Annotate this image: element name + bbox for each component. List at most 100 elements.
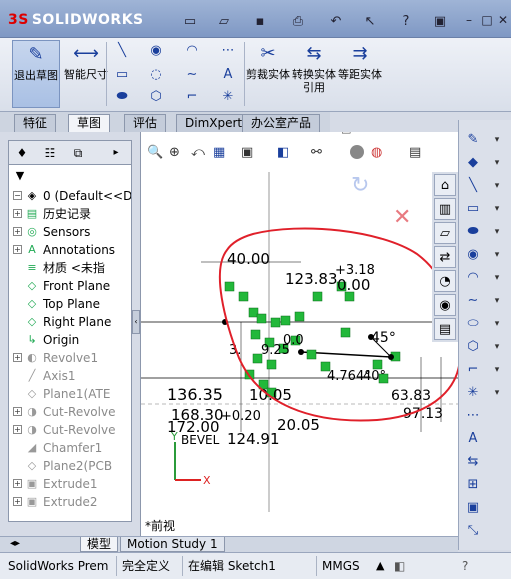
help-icon[interactable]: ? [396, 12, 416, 30]
relation-marker[interactable] [250, 329, 261, 340]
slot-icon[interactable]: ◌ [146, 66, 166, 84]
minimize-button[interactable]: – [460, 12, 478, 28]
hexagon-icon[interactable]: ⬡ [146, 88, 166, 106]
resources-tab-icon[interactable]: ⌂ [434, 174, 456, 196]
expand-icon[interactable]: + [13, 407, 22, 416]
view-orientation-icon[interactable]: ◧ [277, 145, 289, 160]
flyout-arrow-icon[interactable]: ▾ [487, 222, 507, 242]
relation-marker[interactable] [372, 359, 383, 370]
tree-item[interactable]: + ◑ Cut-Revolve [9, 421, 131, 439]
text-tool-icon[interactable]: A [463, 429, 483, 449]
dimension-label[interactable]: 45° [371, 330, 396, 346]
point-icon[interactable]: ✳ [218, 88, 238, 106]
save-icon[interactable]: ▪ [250, 12, 270, 30]
construction-icon[interactable]: ⋯ [463, 406, 483, 426]
undo-icon[interactable]: ↶ [326, 12, 346, 30]
spline-icon[interactable]: ∼ [463, 291, 483, 311]
feature-tree-tab-icon[interactable]: ♦ [11, 143, 33, 163]
file-explorer-tab-icon[interactable]: ▱ [434, 222, 456, 244]
circle-icon[interactable]: ◉ [463, 245, 483, 265]
flyout-arrow-icon[interactable]: ▾ [487, 337, 507, 357]
tab-motion-study[interactable]: Motion Study 1 [120, 537, 225, 552]
smart-dimension-icon[interactable]: ✎ [463, 130, 483, 150]
flyout-arrow-icon[interactable]: ▾ [487, 314, 507, 334]
zoom-fit-icon[interactable]: 🔍 [147, 143, 163, 160]
tree-item[interactable]: ╱ Axis1 [9, 367, 131, 385]
dimension-label[interactable]: +0.20 [221, 409, 261, 424]
construction-icon[interactable]: ⋯ [218, 42, 238, 60]
dimension-label[interactable]: 0.00 [337, 276, 370, 294]
flyout-arrow-icon[interactable]: ▾ [487, 176, 507, 196]
dimension-label[interactable]: 124.91 [227, 430, 280, 448]
slot-icon[interactable]: ⬬ [463, 222, 483, 242]
relation-marker[interactable] [280, 315, 291, 326]
relation-marker[interactable] [256, 313, 267, 324]
help-status-icon[interactable]: ? [462, 557, 468, 575]
smart-dimension-button[interactable]: ⟷ 智能尺寸 [62, 40, 110, 108]
flyout-arrow-icon[interactable]: ▾ [487, 291, 507, 311]
new-icon[interactable]: ▭ [180, 12, 200, 30]
property-tab-icon[interactable]: ☷ [39, 143, 61, 163]
relation-marker[interactable] [270, 317, 281, 328]
tab-evaluate[interactable]: 评估 [124, 114, 167, 132]
flyout-arrow-icon[interactable]: ▾ [487, 199, 507, 219]
tab-office-products[interactable]: 办公室产品 [242, 114, 321, 132]
relation-marker[interactable] [224, 281, 235, 292]
solidworks-logo[interactable]: 3S SOLIDWORKS [8, 12, 143, 34]
expand-icon[interactable]: + [13, 245, 22, 254]
sketch-point[interactable] [298, 349, 304, 355]
point-icon[interactable]: ✳ [463, 383, 483, 403]
dimension-label[interactable]: 63.83 [391, 388, 431, 404]
tree-item[interactable]: + ◎ Sensors [9, 223, 131, 241]
tree-item[interactable]: + ▣ Extrude2 [9, 493, 131, 511]
tree-item[interactable]: ◢ Chamfer1 [9, 439, 131, 457]
design-library-tab-icon[interactable]: ▥ [434, 198, 456, 220]
relation-marker[interactable] [248, 307, 259, 318]
expand-icon[interactable]: + [13, 209, 22, 218]
dimension-label[interactable]: 40.00 [227, 250, 270, 268]
relation-marker[interactable] [238, 291, 249, 302]
tab-features[interactable]: 特征 [14, 114, 57, 132]
fillet-icon[interactable]: ⌐ [182, 88, 202, 106]
confirmation-cancel-icon[interactable]: ✕ [393, 205, 411, 230]
flyout-arrow-icon[interactable]: ▾ [487, 360, 507, 380]
tree-root[interactable]: − ◈ 0 (Default<<D [9, 187, 131, 205]
units-dropdown-icon[interactable]: ▲ [376, 557, 384, 575]
exit-sketch-button[interactable]: ✎ 退出草图 [12, 40, 60, 108]
flyout-arrow-icon[interactable]: ▾ [487, 383, 507, 403]
panel-collapse-handle[interactable]: ‹ [132, 310, 140, 334]
tree-item[interactable]: + ▤ 历史记录 [9, 205, 131, 223]
expand-icon[interactable]: + [13, 227, 22, 236]
relation-marker[interactable] [294, 311, 305, 322]
text-tool-icon[interactable]: A [218, 66, 238, 84]
previous-view-icon[interactable]: ⤺ [191, 145, 205, 160]
dimension-label[interactable]: 136.35 [167, 385, 223, 404]
dimension-label[interactable]: 10.05 [249, 386, 292, 404]
view-palette-tab-icon[interactable]: ◔ [434, 270, 456, 292]
hide-show-icon[interactable] [350, 145, 364, 159]
line-icon[interactable]: ╲ [112, 42, 132, 60]
section-view-icon[interactable]: ▦ [213, 145, 225, 160]
relation-marker[interactable] [312, 291, 323, 302]
polygon-icon[interactable]: ⬬ [112, 88, 132, 106]
scale-icon[interactable]: ⤡ [463, 521, 483, 541]
search-tab-icon[interactable]: ⇄ [434, 246, 456, 268]
sketch-point[interactable] [388, 354, 394, 360]
flyout-arrow-icon[interactable]: ▾ [487, 245, 507, 265]
convert-entities-button[interactable]: ⇆ 转换实体引用 [290, 40, 338, 108]
block-icon[interactable]: ▣ [463, 498, 483, 518]
arc-icon[interactable]: ◠ [463, 268, 483, 288]
ellipse-icon[interactable]: ⬭ [463, 314, 483, 334]
viewport-restore-icon[interactable]: □ [341, 132, 351, 135]
confirmation-rebuild-icon[interactable]: ↻ [351, 173, 369, 198]
tree-item[interactable]: ◇ Right Plane [9, 313, 131, 331]
tree-item[interactable]: ◇ Plane2(PCB [9, 457, 131, 475]
custom-properties-tab-icon[interactable]: ▤ [434, 318, 456, 340]
scene-icon[interactable]: ▤ [409, 145, 421, 160]
status-units[interactable]: MMGS [322, 557, 360, 575]
open-icon[interactable]: ▱ [214, 12, 234, 30]
flyout-arrow-icon[interactable]: ▾ [487, 153, 507, 173]
options-icon[interactable]: ▣ [430, 12, 450, 30]
print-icon[interactable]: ⎙ [288, 12, 308, 30]
offset-entities-button[interactable]: ⇉ 等距实体 [336, 40, 384, 108]
